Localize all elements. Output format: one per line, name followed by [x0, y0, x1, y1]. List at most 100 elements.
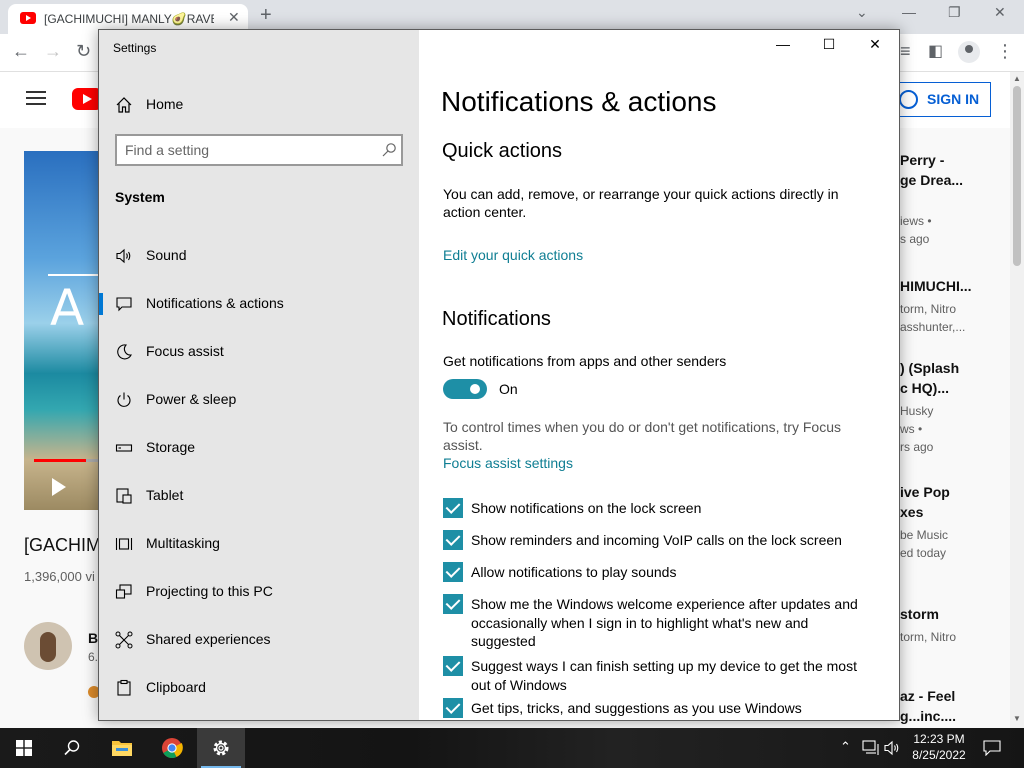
forward-icon[interactable]: →: [44, 41, 62, 62]
related-meta: rs ago: [900, 440, 934, 454]
video-progress-buffered: [86, 459, 98, 462]
related-title[interactable]: az - Feel: [900, 688, 1010, 704]
sidebar-item-clipboard[interactable]: Clipboard: [99, 668, 419, 708]
network-icon[interactable]: [862, 740, 880, 756]
settings-taskbar-button[interactable]: [197, 728, 245, 768]
minimize-icon[interactable]: —: [760, 36, 806, 60]
chrome-icon: [162, 738, 183, 758]
maximize-icon[interactable]: ☐: [806, 36, 852, 60]
related-title[interactable]: ) (Splash: [900, 360, 1010, 376]
channel-name[interactable]: B: [88, 630, 98, 646]
tray-overflow-icon[interactable]: ⌃: [840, 739, 851, 755]
sidebar-item-power-sleep[interactable]: Power & sleep: [99, 380, 419, 420]
hamburger-menu-icon[interactable]: [26, 91, 46, 105]
related-title[interactable]: storm: [900, 606, 1010, 622]
checkbox-lock-screen-notifications[interactable]: [443, 498, 463, 518]
system-clock[interactable]: 12:23 PM 8/25/2022: [905, 731, 973, 763]
close-icon[interactable]: ✕: [852, 36, 898, 60]
sidebar-item-label: Power & sleep: [146, 391, 237, 407]
chrome-taskbar-button[interactable]: [148, 728, 196, 768]
notifications-toggle-label: Get notifications from apps and other se…: [443, 353, 727, 369]
video-title: [GACHIM: [24, 535, 102, 555]
menu-dots-icon[interactable]: ⋮: [996, 41, 1014, 62]
sidebar-item-label: Multitasking: [146, 535, 220, 551]
related-meta: ws •: [900, 422, 923, 436]
tab-title: [GACHIMUCHI] MANLY🥑RAVE -: [44, 12, 214, 26]
search-icon: [64, 740, 80, 756]
checkbox-finish-setup[interactable]: [443, 656, 463, 676]
checkbox-label: Get tips, tricks, and suggestions as you…: [471, 700, 802, 716]
sidebar-item-sound[interactable]: Sound: [99, 236, 419, 276]
home-label: Home: [146, 96, 184, 112]
channel-avatar[interactable]: [24, 622, 72, 670]
account-circle-icon: [899, 90, 918, 109]
related-title[interactable]: ive Pop: [900, 484, 1010, 500]
related-meta: torm, Nitro: [900, 630, 957, 644]
related-title-line2[interactable]: c HQ)...: [900, 380, 1010, 396]
channel-subscribers: 6.: [88, 650, 99, 664]
checkbox-play-sounds[interactable]: [443, 562, 463, 582]
checkbox-reminders-voip[interactable]: [443, 530, 463, 550]
quick-actions-description: You can add, remove, or rearrange your q…: [443, 186, 839, 220]
sidebar-item-shared-experiences[interactable]: Shared experiences: [99, 620, 419, 660]
start-button[interactable]: [0, 728, 48, 768]
back-icon[interactable]: ←: [12, 41, 30, 62]
profile-avatar-icon[interactable]: [958, 41, 980, 63]
clock-date: 8/25/2022: [912, 748, 966, 762]
scroll-up-icon[interactable]: ▲: [1013, 74, 1021, 83]
checkbox-welcome-experience[interactable]: [443, 594, 463, 614]
reload-icon[interactable]: ↻: [76, 41, 91, 62]
video-progress-played[interactable]: [34, 459, 86, 462]
moon-icon: [117, 344, 132, 360]
video-views: 1,396,000 vi: [24, 569, 95, 584]
find-setting-search[interactable]: [115, 134, 403, 166]
tab-close-icon[interactable]: ✕: [228, 9, 240, 26]
sign-in-button[interactable]: SIGN IN: [888, 82, 991, 117]
related-meta: Husky: [900, 404, 934, 418]
related-title-line2[interactable]: ge Drea...: [900, 172, 1010, 188]
sidebar-item-label: Shared experiences: [146, 631, 271, 647]
windows-logo-icon: [16, 740, 32, 756]
focus-assist-settings-link[interactable]: Focus assist settings: [443, 455, 573, 471]
sidebar-item-focus-assist[interactable]: Focus assist: [99, 332, 419, 372]
checkbox-label: Show reminders and incoming VoIP calls o…: [471, 532, 842, 548]
sidebar-item-multitasking[interactable]: Multitasking: [99, 524, 419, 564]
clipboard-icon: [117, 679, 131, 696]
checkbox-tips-tricks[interactable]: [443, 698, 463, 718]
play-icon[interactable]: [52, 478, 66, 496]
notifications-toggle[interactable]: [443, 379, 487, 399]
search-input[interactable]: [125, 141, 365, 159]
settings-content: — ☐ ✕ Notifications & actions Quick acti…: [419, 30, 899, 720]
sidebar-item-label: Storage: [146, 439, 196, 455]
home-nav-item[interactable]: Home: [99, 90, 419, 120]
tab-search-icon[interactable]: ⌄: [856, 4, 868, 21]
related-title-line2[interactable]: xes: [900, 504, 1010, 520]
related-title-line2[interactable]: g...inc....: [900, 708, 1010, 724]
storage-icon: [115, 444, 133, 452]
volume-icon[interactable]: [884, 740, 902, 756]
browser-minimize-icon[interactable]: —: [902, 4, 916, 20]
settings-window: Settings Home System Sound: [98, 29, 900, 721]
action-center-icon[interactable]: [983, 740, 1001, 756]
related-title[interactable]: HIMUCHI...: [900, 278, 1010, 294]
browser-restore-icon[interactable]: ❐: [948, 4, 961, 21]
search-icon[interactable]: [381, 142, 397, 158]
page-scrollbar-thumb[interactable]: [1013, 86, 1021, 266]
media-icon[interactable]: ≡: [900, 41, 911, 62]
sidebar-item-label: Sound: [146, 247, 187, 263]
sidebar-item-storage[interactable]: Storage: [99, 428, 419, 468]
edit-quick-actions-link[interactable]: Edit your quick actions: [443, 247, 583, 263]
scroll-down-icon[interactable]: ▼: [1013, 714, 1021, 723]
sidebar-item-projecting[interactable]: Projecting to this PC: [99, 572, 419, 612]
search-taskbar-button[interactable]: [48, 728, 96, 768]
new-tab-icon[interactable]: +: [260, 4, 272, 27]
sidebar-item-tablet[interactable]: Tablet: [99, 476, 419, 516]
power-icon: [117, 392, 131, 407]
sidebar-item-label: Tablet: [146, 487, 184, 503]
side-panel-icon[interactable]: ◧: [928, 41, 943, 61]
browser-close-icon[interactable]: ✕: [994, 4, 1006, 21]
sidebar-item-notifications[interactable]: Notifications & actions: [99, 284, 419, 324]
sign-in-label: SIGN IN: [927, 91, 980, 107]
related-title[interactable]: Perry -: [900, 152, 1010, 168]
file-explorer-button[interactable]: [98, 728, 146, 768]
